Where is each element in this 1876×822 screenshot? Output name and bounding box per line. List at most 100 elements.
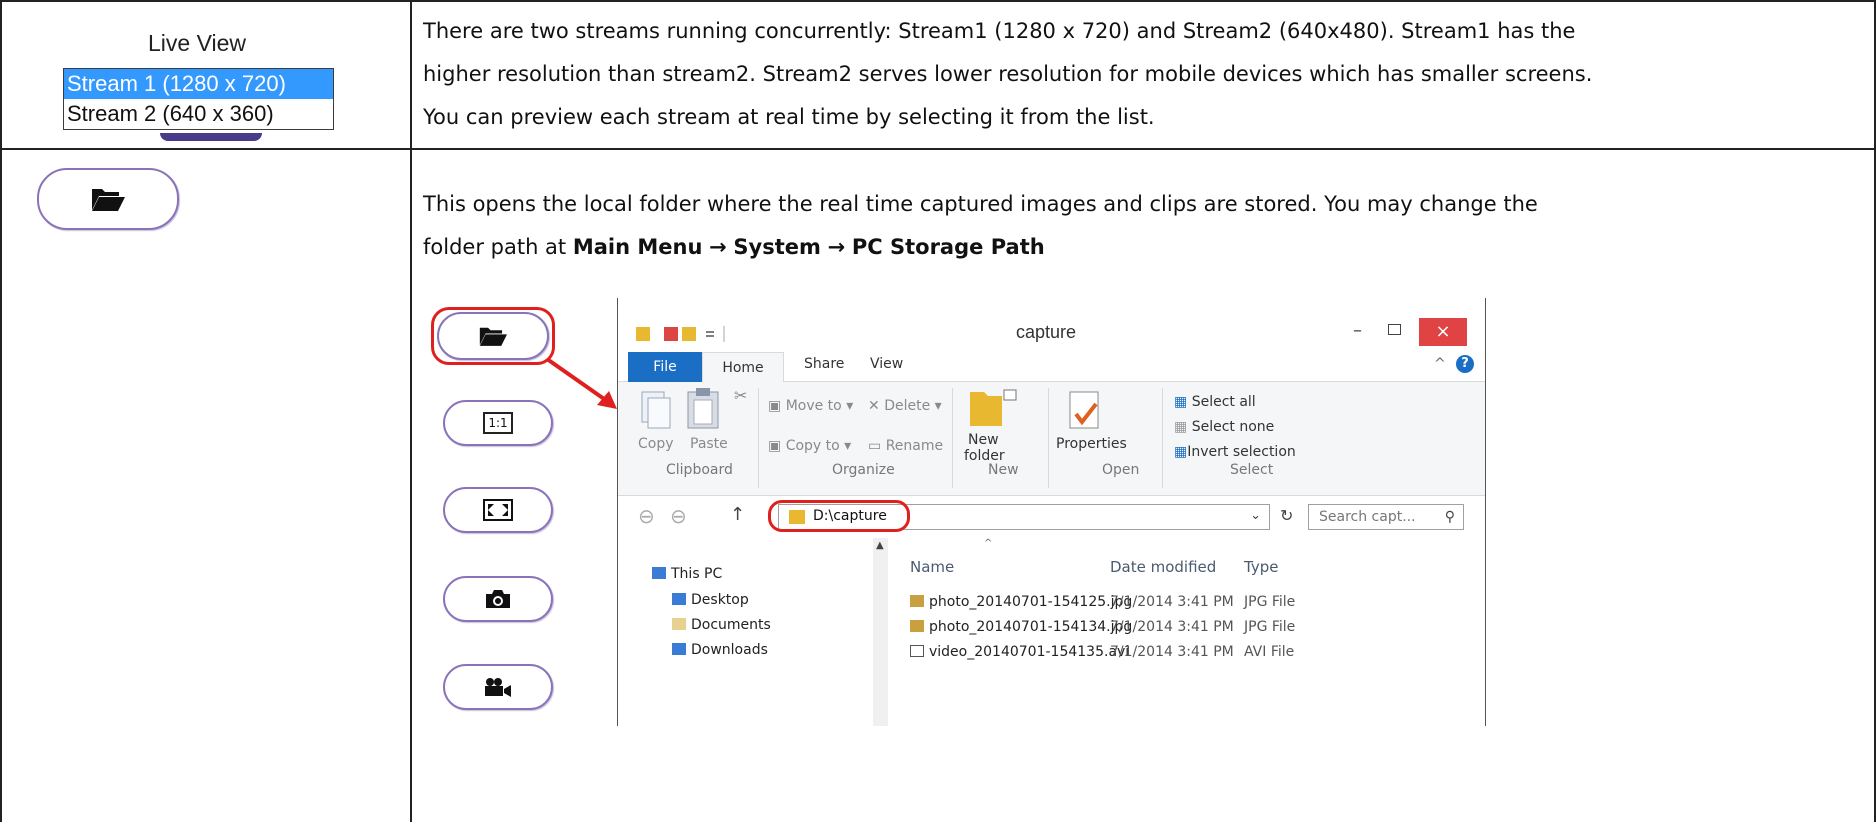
search-icon: ⚲ (1444, 509, 1455, 525)
select-group-label: Select (1230, 462, 1274, 478)
doc-table: Live View Stream 1 (1280 x 720) Stream 2… (0, 0, 1876, 822)
up-icon: ↑ (730, 504, 746, 525)
select-none-label: ▦ Select none (1174, 419, 1274, 435)
paste-icon (687, 388, 719, 429)
table-border-left (0, 0, 2, 822)
scroll-up-icon: ▲ (876, 540, 884, 551)
cut-icon: ✂ (734, 386, 748, 405)
file-row-1-name: photo_20140701-154125.jpg (910, 594, 1132, 610)
move-to-label: ▣ Move to ▾ (768, 398, 854, 414)
minimize-icon: – (1353, 320, 1362, 341)
nav-desktop-label: Desktop (691, 592, 749, 608)
camera-icon (484, 588, 512, 610)
path-arrow-1: → (709, 235, 727, 259)
stream-item-1[interactable]: Stream 1 (1280 x 720) (64, 69, 333, 99)
sort-up-icon: ^ (984, 538, 993, 549)
invert-selection-label: ▦Invert selection (1174, 444, 1296, 460)
ribbon-separator (952, 388, 953, 488)
stream-item-2[interactable]: Stream 2 (640 x 360) (64, 99, 333, 129)
folder-description-line-1: This opens the local folder where the re… (423, 192, 1538, 216)
organize-group-label: Organize (832, 462, 895, 478)
address-bar-row: ⊖ ⊖ ↑ D:\capture ⌄ ↻ Search capt... ⚲ (618, 496, 1485, 538)
maximize-icon (1388, 324, 1401, 335)
quick-access-icons (636, 324, 756, 348)
ribbon-separator (758, 388, 759, 488)
nav-this-pc-label: This PC (671, 566, 723, 582)
select-all-text: Select all (1191, 394, 1256, 410)
path-pc-storage: PC Storage Path (851, 235, 1045, 259)
tab-share: Share (804, 356, 845, 372)
explorer-titlebar: capture – × (618, 316, 1485, 352)
file-row-2-date: 7/1/2014 3:41 PM (1110, 619, 1234, 635)
ribbon-separator (1048, 388, 1049, 488)
downloads-folder-icon (672, 643, 686, 655)
live-view-title: Live View (148, 30, 247, 56)
column-type: Type (1244, 558, 1279, 576)
properties-icon (1069, 391, 1099, 429)
open-folder-button[interactable] (37, 168, 179, 230)
actual-size-icon: 1:1 (483, 412, 513, 434)
navigation-pane: This PC Desktop Documents Downloads (618, 538, 873, 726)
new-folder-label-1: New (968, 432, 999, 448)
copy-to-label: ▣ Copy to ▾ (768, 438, 852, 454)
invert-selection-icon: ▦ (1174, 444, 1188, 460)
ribbon: ✂ Copy Paste Clipboard ▣ Move to ▾ ▣ Cop… (618, 382, 1485, 496)
chevron-down-icon: ⌄ (1250, 508, 1261, 523)
table-border-top (0, 0, 1876, 2)
help-icon: ? (1456, 355, 1474, 373)
new-folder-icon (970, 389, 1017, 426)
file-3-name: video_20140701-154135.avi (929, 644, 1130, 660)
search-field: Search capt... ⚲ (1308, 504, 1464, 530)
file-row-3-name: video_20140701-154135.avi (910, 644, 1129, 660)
file-row-1-date: 7/1/2014 3:41 PM (1110, 594, 1234, 610)
delete-text: Delete (884, 398, 931, 414)
file-row-2-type: JPG File (1244, 619, 1296, 635)
nav-scrollbar: ▲ (873, 538, 888, 726)
ribbon-tabs: File Home Share View ^ ? (618, 352, 1485, 383)
chevron-up-icon: ^ (1434, 356, 1446, 372)
forward-icon: ⊖ (670, 504, 687, 528)
new-group-label: New (988, 462, 1019, 478)
rename-text: Rename (885, 438, 944, 454)
path-arrow-2: → (827, 235, 846, 259)
window-title: capture (1016, 322, 1077, 342)
tab-view: View (870, 356, 904, 372)
search-placeholder: Search capt... (1319, 509, 1416, 525)
file-row-3-type: AVI File (1244, 644, 1295, 660)
video-file-icon (910, 645, 924, 657)
select-all-icon: ▦ (1174, 394, 1188, 410)
copy-icon (641, 391, 671, 429)
nav-desktop: Desktop (672, 592, 749, 608)
column-name: Name (910, 558, 955, 576)
table-row-divider (0, 148, 1876, 150)
table-col-divider (410, 0, 412, 822)
path-system: System (733, 235, 821, 259)
file-1-name: photo_20140701-154125.jpg (929, 594, 1133, 610)
jpg-file-icon (910, 595, 924, 607)
jpg-file-icon (910, 620, 924, 632)
desktop-folder-icon (672, 593, 686, 605)
select-all-label: ▦ Select all (1174, 394, 1256, 410)
tab-home: Home (702, 352, 784, 383)
copy-label: Copy (638, 436, 674, 452)
stream-description-line-3: You can preview each stream at real time… (423, 105, 1155, 129)
file-2-name: photo_20140701-154134.jpg (929, 619, 1133, 635)
select-none-icon: ▦ (1174, 419, 1188, 435)
stream-list[interactable]: Stream 1 (1280 x 720) Stream 2 (640 x 36… (63, 68, 334, 130)
close-icon: × (1419, 318, 1467, 346)
folder-path-prefix: folder path at (423, 235, 573, 259)
clipboard-group-label: Clipboard (666, 462, 733, 478)
demo-snapshot-button (443, 576, 553, 622)
file-row-2-name: photo_20140701-154134.jpg (910, 619, 1132, 635)
file-row-3-date: 7/1/2014 3:41 PM (1110, 644, 1234, 660)
rename-label: ▭ Rename (868, 438, 944, 454)
explorer-window: capture – × File Home Share View ^ ? ✂ C… (617, 298, 1486, 726)
folder-button-highlight (431, 307, 555, 365)
copy-to-text: Copy to (785, 438, 840, 454)
ribbon-separator (1162, 388, 1163, 488)
stream-description-line-2: higher resolution than stream2. Stream2 … (423, 62, 1593, 86)
path-main-menu: Main Menu (572, 235, 703, 259)
video-record-icon (483, 676, 513, 698)
demo-fullscreen-button (443, 487, 553, 533)
address-highlight (768, 500, 910, 532)
